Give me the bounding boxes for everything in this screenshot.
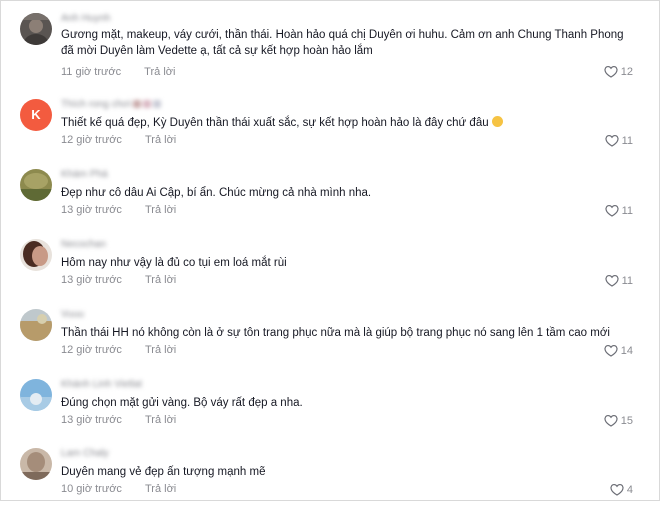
avatar-letter: K [20, 99, 52, 131]
like-button[interactable]: 11 [604, 274, 633, 287]
timestamp: 13 giờ trước [61, 414, 122, 426]
username[interactable]: Vuuu [61, 309, 84, 320]
reply-button[interactable]: Trả lời [145, 344, 176, 356]
avatar[interactable] [20, 13, 52, 45]
smiling-face-emoji-icon [491, 116, 503, 127]
username[interactable]: Lam Chaly [61, 448, 109, 459]
comment-meta: 11 giờ trước Trả lời [61, 66, 175, 78]
timestamp: 11 giờ trước [61, 66, 122, 78]
comment-text-content: Thiết kế quá đẹp, Kỳ Duyên thần thái xuấ… [61, 117, 489, 129]
heart-icon [604, 134, 619, 147]
timestamp: 13 giờ trước [61, 204, 122, 216]
comment-item: K Thích rong chơi Thiết kế quá đẹp, Kỳ D… [1, 99, 660, 159]
username[interactable]: Necochan [61, 239, 106, 250]
heart-icon [610, 483, 624, 496]
reply-button[interactable]: Trả lời [145, 483, 176, 495]
username-text: Thích rong chơi [61, 99, 131, 110]
like-count: 11 [621, 204, 633, 217]
reply-button[interactable]: Trả lời [145, 134, 176, 146]
like-button[interactable]: 11 [604, 204, 633, 217]
comment-meta: 13 giờ trước Trả lời [61, 414, 176, 426]
avatar[interactable] [20, 379, 52, 411]
like-button[interactable]: 12 [604, 65, 633, 78]
avatar[interactable] [20, 448, 52, 480]
comment-item: Anh Huynh Gương mặt, makeup, váy cưới, t… [1, 13, 660, 78]
heart-icon [604, 344, 618, 357]
comment-text: Gương mặt, makeup, váy cưới, thần thái. … [61, 29, 624, 57]
heart-icon [604, 274, 619, 287]
avatar[interactable] [20, 169, 52, 201]
username[interactable]: Khánh Linh Vietlat [61, 379, 142, 390]
like-count: 15 [620, 414, 633, 427]
like-count: 11 [621, 274, 633, 287]
username[interactable]: Anh Huynh [61, 13, 110, 24]
comment-meta: 10 giờ trước Trả lời [61, 483, 176, 495]
comment-meta: 13 giờ trước Trả lời [61, 274, 176, 286]
avatar[interactable] [20, 309, 52, 341]
heart-icon [604, 414, 618, 427]
like-button[interactable]: 4 [610, 483, 633, 496]
comment-text: Thần thái HH nó không còn là ở sự tôn tr… [61, 327, 610, 339]
heart-icon [604, 204, 619, 217]
comment-text: Đẹp như cô dâu Ai Cập, bí ẩn. Chúc mừng … [61, 187, 372, 199]
comment-text: Đúng chọn mặt gửi vàng. Bộ váy rất đẹp a… [61, 397, 303, 409]
heart-icon [604, 65, 618, 78]
comment-meta: 12 giờ trước Trả lời [61, 344, 176, 356]
reply-button[interactable]: Trả lời [145, 204, 176, 216]
comment-text: Hôm nay như vậy là đủ co tụi em loá mắt … [61, 257, 287, 269]
timestamp: 10 giờ trước [61, 483, 122, 495]
like-count: 12 [620, 65, 633, 78]
comment-list: Anh Huynh Gương mặt, makeup, váy cưới, t… [0, 0, 660, 501]
comment-meta: 13 giờ trước Trả lời [61, 204, 176, 216]
comment-item: Khám Phá Đẹp như cô dâu Ai Cập, bí ẩn. C… [1, 169, 660, 229]
comment-item: Lam Chaly Duyên mang vẻ đẹp ấn tượng mạn… [1, 448, 660, 508]
timestamp: 12 giờ trước [61, 344, 122, 356]
like-button[interactable]: 11 [604, 134, 633, 147]
badge-icon [142, 100, 151, 109]
comment-item: Necochan Hôm nay như vậy là đủ co tụi em… [1, 239, 660, 299]
reply-button[interactable]: Trả lời [145, 274, 176, 286]
comment-item: Khánh Linh Vietlat Đúng chọn mặt gửi vàn… [1, 379, 660, 439]
like-button[interactable]: 15 [604, 414, 633, 427]
like-button[interactable]: 14 [604, 344, 633, 357]
comment-item: Vuuu Thần thái HH nó không còn là ở sự t… [1, 309, 660, 369]
username[interactable]: Khám Phá [61, 169, 108, 180]
badge-icon [152, 100, 161, 109]
badge-icon [132, 100, 141, 109]
reply-button[interactable]: Trả lời [144, 66, 175, 78]
reply-button[interactable]: Trả lời [145, 414, 176, 426]
comment-text: Duyên mang vẻ đẹp ấn tượng mạnh mẽ [61, 466, 266, 478]
username[interactable]: Thích rong chơi [61, 99, 161, 110]
comment-text: Thiết kế quá đẹp, Kỳ Duyên thần thái xuấ… [61, 115, 631, 131]
like-count: 11 [621, 134, 633, 147]
like-count: 14 [620, 344, 633, 357]
avatar[interactable]: K [20, 99, 52, 131]
like-count: 4 [626, 483, 633, 496]
comment-meta: 12 giờ trước Trả lời [61, 134, 176, 146]
timestamp: 13 giờ trước [61, 274, 122, 286]
timestamp: 12 giờ trước [61, 134, 122, 146]
avatar[interactable] [20, 239, 52, 271]
